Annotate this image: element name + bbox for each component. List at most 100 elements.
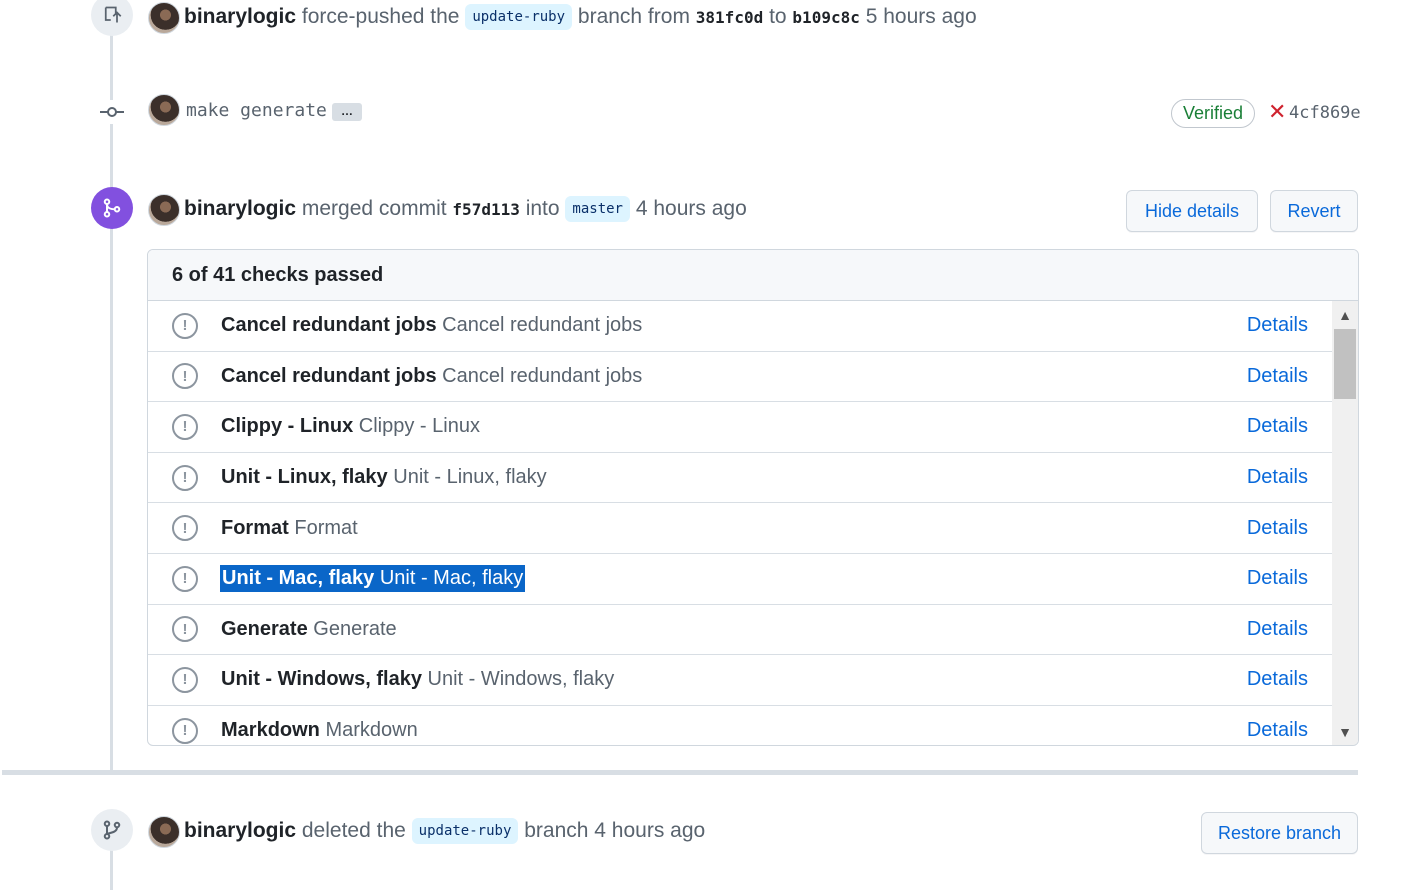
hide-details-button[interactable]: Hide details	[1126, 190, 1258, 232]
check-details-link[interactable]: Details	[1247, 314, 1308, 337]
expand-commit-button[interactable]: …	[332, 103, 362, 121]
check-row: ! Cancel redundant jobs Cancel redundant …	[148, 301, 1332, 352]
check-details-link[interactable]: Details	[1247, 567, 1308, 590]
check-description: Clippy - Linux	[358, 415, 480, 438]
check-label: Format Format	[221, 517, 358, 540]
force-push-text: binarylogic force-pushed the update-ruby…	[184, 4, 977, 30]
check-row: ! Generate Generate Details	[148, 605, 1332, 656]
check-name: Format	[221, 516, 289, 539]
merged-badge	[91, 187, 133, 229]
timestamp[interactable]: 4 hours ago	[594, 819, 705, 842]
git-merge-icon	[103, 198, 121, 218]
commit-icon	[100, 100, 124, 124]
pending-status-icon: !	[172, 464, 198, 491]
commit-message-link[interactable]: make generate	[186, 100, 327, 121]
check-details-link[interactable]: Details	[1247, 517, 1308, 540]
event-text: into	[525, 197, 560, 220]
checks-list: ! Cancel redundant jobs Cancel redundant …	[148, 301, 1358, 745]
check-row: ! Clippy - Linux Clippy - Linux Details	[148, 402, 1332, 453]
check-name: Unit - Windows, flaky	[221, 668, 422, 691]
avatar[interactable]	[148, 194, 180, 226]
check-description: Unit - Windows, flaky	[427, 668, 615, 691]
to-sha-link[interactable]: b109c8c	[792, 8, 859, 27]
commit-sha-link[interactable]: 4cf869e	[1289, 103, 1361, 123]
event-text: to	[769, 5, 787, 28]
check-name: Unit - Mac, flaky	[222, 567, 375, 590]
check-details-link[interactable]: Details	[1247, 668, 1308, 691]
pending-status-icon: !	[172, 515, 198, 542]
check-details-link[interactable]: Details	[1247, 415, 1308, 438]
delete-text: binarylogic deleted the update-ruby bran…	[184, 818, 705, 844]
pending-status-icon: !	[172, 616, 198, 643]
scroll-thumb[interactable]	[1334, 329, 1356, 399]
check-name: Cancel redundant jobs	[221, 364, 437, 387]
x-icon[interactable]: ✕	[1268, 101, 1286, 123]
check-name: Generate	[221, 617, 308, 640]
check-row: ! Cancel redundant jobs Cancel redundant …	[148, 352, 1332, 403]
check-label: Cancel redundant jobs Cancel redundant j…	[221, 314, 642, 337]
check-name: Clippy - Linux	[221, 415, 354, 438]
check-row: ! Unit - Linux, flaky Unit - Linux, flaky…	[148, 453, 1332, 504]
check-description: Unit - Mac, flaky	[379, 567, 524, 590]
merge-text: binarylogic merged commit f57d113 into m…	[184, 196, 747, 222]
check-details-link[interactable]: Details	[1247, 365, 1308, 388]
event-action: merged commit	[301, 197, 447, 220]
verified-badge[interactable]: Verified	[1171, 99, 1256, 128]
check-name: Markdown	[221, 719, 320, 742]
checks-summary: 6 of 41 checks passed	[148, 250, 1358, 301]
scrollbar[interactable]: ▲ ▼	[1332, 301, 1358, 745]
from-sha-link[interactable]: 381fc0d	[696, 8, 763, 27]
check-name: Unit - Linux, flaky	[221, 466, 388, 489]
timestamp[interactable]: 5 hours ago	[866, 5, 977, 28]
branch-label[interactable]: update-ruby	[465, 4, 573, 30]
check-row: ! Markdown Markdown Details	[148, 706, 1332, 745]
author-link[interactable]: binarylogic	[184, 5, 296, 28]
check-description: Markdown	[325, 719, 418, 742]
avatar[interactable]	[148, 94, 180, 126]
event-text: branch from	[577, 5, 690, 28]
scroll-down-icon[interactable]: ▼	[1332, 722, 1358, 742]
timeline-line	[110, 30, 113, 772]
git-branch-icon	[103, 820, 121, 840]
author-link[interactable]: binarylogic	[184, 197, 296, 220]
check-details-link[interactable]: Details	[1247, 466, 1308, 489]
check-row: ! Format Format Details	[148, 503, 1332, 554]
repo-push-icon	[104, 6, 122, 23]
check-label: Markdown Markdown	[221, 719, 418, 742]
avatar[interactable]	[148, 2, 180, 34]
pending-status-icon: !	[172, 666, 198, 693]
check-details-link[interactable]: Details	[1247, 719, 1308, 742]
checks-panel: 6 of 41 checks passed ! Cancel redundant …	[147, 249, 1359, 746]
merge-sha-link[interactable]: f57d113	[452, 200, 519, 219]
pending-status-icon: !	[172, 363, 198, 390]
check-label: Cancel redundant jobs Cancel redundant j…	[221, 365, 642, 388]
pending-status-icon: !	[172, 413, 198, 440]
revert-button[interactable]: Revert	[1270, 190, 1358, 232]
author-link[interactable]: binarylogic	[184, 819, 296, 842]
check-details-link[interactable]: Details	[1247, 618, 1308, 641]
restore-branch-button[interactable]: Restore branch	[1201, 812, 1358, 854]
force-push-badge	[91, 0, 133, 36]
avatar[interactable]	[148, 816, 180, 848]
timestamp[interactable]: 4 hours ago	[636, 197, 747, 220]
timeline-divider	[2, 770, 1358, 775]
check-label: Generate Generate	[221, 618, 397, 641]
event-action: force-pushed the	[301, 5, 460, 28]
event-text: branch	[524, 819, 589, 842]
check-description: Unit - Linux, flaky	[393, 466, 547, 489]
check-label: Unit - Windows, flaky Unit - Windows, fl…	[221, 668, 614, 691]
branch-label[interactable]: master	[565, 196, 630, 222]
pending-status-icon: !	[172, 312, 198, 339]
check-row: ! Unit - Mac, flaky Unit - Mac, flaky Deta…	[148, 554, 1332, 605]
branch-label[interactable]: update-ruby	[411, 818, 519, 844]
pending-status-icon: !	[172, 717, 198, 744]
event-action: deleted the	[301, 819, 406, 842]
branch-badge	[91, 809, 133, 851]
check-description: Cancel redundant jobs	[442, 364, 643, 387]
scroll-up-icon[interactable]: ▲	[1332, 305, 1358, 325]
check-label: Unit - Mac, flaky Unit - Mac, flaky	[220, 565, 526, 593]
check-description: Generate	[313, 617, 397, 640]
pending-status-icon: !	[172, 565, 198, 592]
check-label: Unit - Linux, flaky Unit - Linux, flaky	[221, 466, 547, 489]
check-label: Clippy - Linux Clippy - Linux	[221, 415, 480, 438]
